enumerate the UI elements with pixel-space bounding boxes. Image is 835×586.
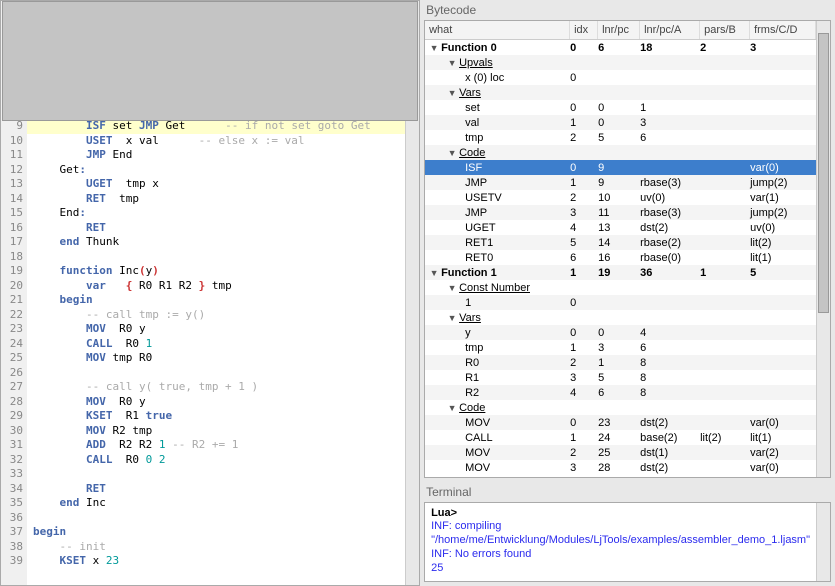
code-line[interactable]: MOV R2 tmp xyxy=(27,424,405,439)
bytecode-row[interactable]: RET1514rbase(2)lit(2) xyxy=(425,235,816,250)
terminal-scrollbar[interactable] xyxy=(816,503,830,581)
bytecode-row[interactable]: CALL124base(2)lit(2)lit(1) xyxy=(425,430,816,445)
bytecode-row[interactable]: x (0) loc0 xyxy=(425,70,816,85)
bytecode-row[interactable]: MOV328dst(2)var(0) xyxy=(425,460,816,475)
bytecode-row[interactable]: ISF09var(0) xyxy=(425,160,816,175)
code-line[interactable]: -- call y( true, tmp + 1 ) xyxy=(27,380,405,395)
code-line[interactable]: JMP End xyxy=(27,148,405,163)
bytecode-row[interactable]: USETV210uv(0)var(1) xyxy=(425,190,816,205)
terminal-prompt: Lua> xyxy=(431,507,457,519)
bytecode-row[interactable]: ▼Upvals xyxy=(425,55,816,70)
bytecode-row[interactable]: R1358 xyxy=(425,370,816,385)
bytecode-row[interactable]: MOV023dst(2)var(0) xyxy=(425,415,816,430)
bytecode-title: Bytecode xyxy=(420,0,835,20)
code-line[interactable]: MOV R0 y xyxy=(27,322,405,337)
bytecode-row[interactable]: R0218 xyxy=(425,355,816,370)
terminal-line: INF: compiling "/home/me/Entwicklung/Mod… xyxy=(431,519,810,547)
bytecode-row[interactable]: RET0616rbase(0)lit(1) xyxy=(425,250,816,265)
code-line[interactable] xyxy=(27,467,405,482)
bytecode-header: what idx lnr/pc lnr/pc/A pars/B frms/C/D xyxy=(425,21,816,40)
bytecode-scrollbar[interactable] xyxy=(816,21,830,477)
bytecode-row[interactable]: UGET413dst(2)uv(0) xyxy=(425,220,816,235)
expand-icon[interactable]: ▼ xyxy=(429,268,439,278)
code-line[interactable]: CALL R0 0 2 xyxy=(27,453,405,468)
code-line[interactable]: begin xyxy=(27,293,405,308)
bytecode-row[interactable]: ▼Vars xyxy=(425,85,816,100)
code-line[interactable]: end Thunk xyxy=(27,235,405,250)
code-line[interactable]: CALL R0 1 xyxy=(27,337,405,352)
bytecode-row[interactable]: ▼Const Number xyxy=(425,280,816,295)
bytecode-row[interactable]: MOV225dst(1)var(2) xyxy=(425,445,816,460)
bytecode-tree[interactable]: ▼Function 0061823▼Upvalsx (0) loc0▼Varss… xyxy=(425,40,816,477)
code-line[interactable]: RET xyxy=(27,482,405,497)
terminal-line: INF: No errors found xyxy=(431,547,810,561)
code-line[interactable]: -- init xyxy=(27,540,405,555)
code-line[interactable] xyxy=(27,511,405,526)
code-line[interactable] xyxy=(27,250,405,265)
expand-icon[interactable]: ▼ xyxy=(447,88,457,98)
terminal-line: 25 xyxy=(431,561,810,575)
code-line[interactable]: RET xyxy=(27,221,405,236)
code-line[interactable]: UGET tmp x xyxy=(27,177,405,192)
code-line[interactable]: KSET x 23 xyxy=(27,554,405,569)
bytecode-row[interactable]: JMP311rbase(3)jump(2) xyxy=(425,205,816,220)
bytecode-row[interactable]: JMP19rbase(3)jump(2) xyxy=(425,175,816,190)
expand-icon[interactable]: ▼ xyxy=(447,313,457,323)
expand-icon[interactable]: ▼ xyxy=(447,148,457,158)
bytecode-row[interactable]: ▼Function 11193615 xyxy=(425,265,816,280)
code-line[interactable]: var { R0 R1 R2 } tmp xyxy=(27,279,405,294)
code-line[interactable]: KSET R1 true xyxy=(27,409,405,424)
expand-icon[interactable]: ▼ xyxy=(447,403,457,413)
bytecode-row[interactable]: 10 xyxy=(425,295,816,310)
bytecode-row[interactable]: set001 xyxy=(425,100,816,115)
code-line[interactable]: function Inc(y) xyxy=(27,264,405,279)
bytecode-row[interactable]: tmp136 xyxy=(425,340,816,355)
expand-icon[interactable]: ▼ xyxy=(429,43,439,53)
code-line[interactable]: USET x val -- else x := val xyxy=(27,134,405,149)
code-line[interactable]: begin xyxy=(27,525,405,540)
code-line[interactable]: ISF set JMP Get -- if not set goto Get xyxy=(27,119,405,134)
code-line[interactable]: RET tmp xyxy=(27,192,405,207)
code-line[interactable]: MOV tmp R0 xyxy=(27,351,405,366)
code-line[interactable]: end Inc xyxy=(27,496,405,511)
terminal-panel: Lua> INF: compiling "/home/me/Entwicklun… xyxy=(424,502,831,582)
code-line[interactable]: ADD R2 R2 1 -- R2 += 1 xyxy=(27,438,405,453)
code-line[interactable]: -- call tmp := y() xyxy=(27,308,405,323)
bytecode-row[interactable]: y004 xyxy=(425,325,816,340)
code-line[interactable]: Get: xyxy=(27,163,405,178)
editor-scrollbar[interactable] xyxy=(405,1,419,585)
bytecode-row[interactable]: ▼Vars xyxy=(425,310,816,325)
code-line[interactable]: End: xyxy=(27,206,405,221)
code-editor[interactable]: 1234567891011121314151617181920212223242… xyxy=(0,0,420,586)
code-line[interactable] xyxy=(27,366,405,381)
code-line[interactable]: MOV R0 y xyxy=(27,395,405,410)
bytecode-row[interactable]: ▼Code xyxy=(425,400,816,415)
expand-icon[interactable]: ▼ xyxy=(447,58,457,68)
bytecode-panel: what idx lnr/pc lnr/pc/A pars/B frms/C/D… xyxy=(424,20,831,478)
bytecode-row[interactable]: ▼Code xyxy=(425,145,816,160)
bytecode-row[interactable]: val103 xyxy=(425,115,816,130)
bytecode-row[interactable]: ▼Function 0061823 xyxy=(425,40,816,55)
terminal-output[interactable]: Lua> INF: compiling "/home/me/Entwicklun… xyxy=(425,503,816,581)
expand-icon[interactable]: ▼ xyxy=(447,283,457,293)
terminal-title: Terminal xyxy=(420,482,835,502)
bytecode-row[interactable]: R2468 xyxy=(425,385,816,400)
bytecode-row[interactable]: tmp256 xyxy=(425,130,816,145)
